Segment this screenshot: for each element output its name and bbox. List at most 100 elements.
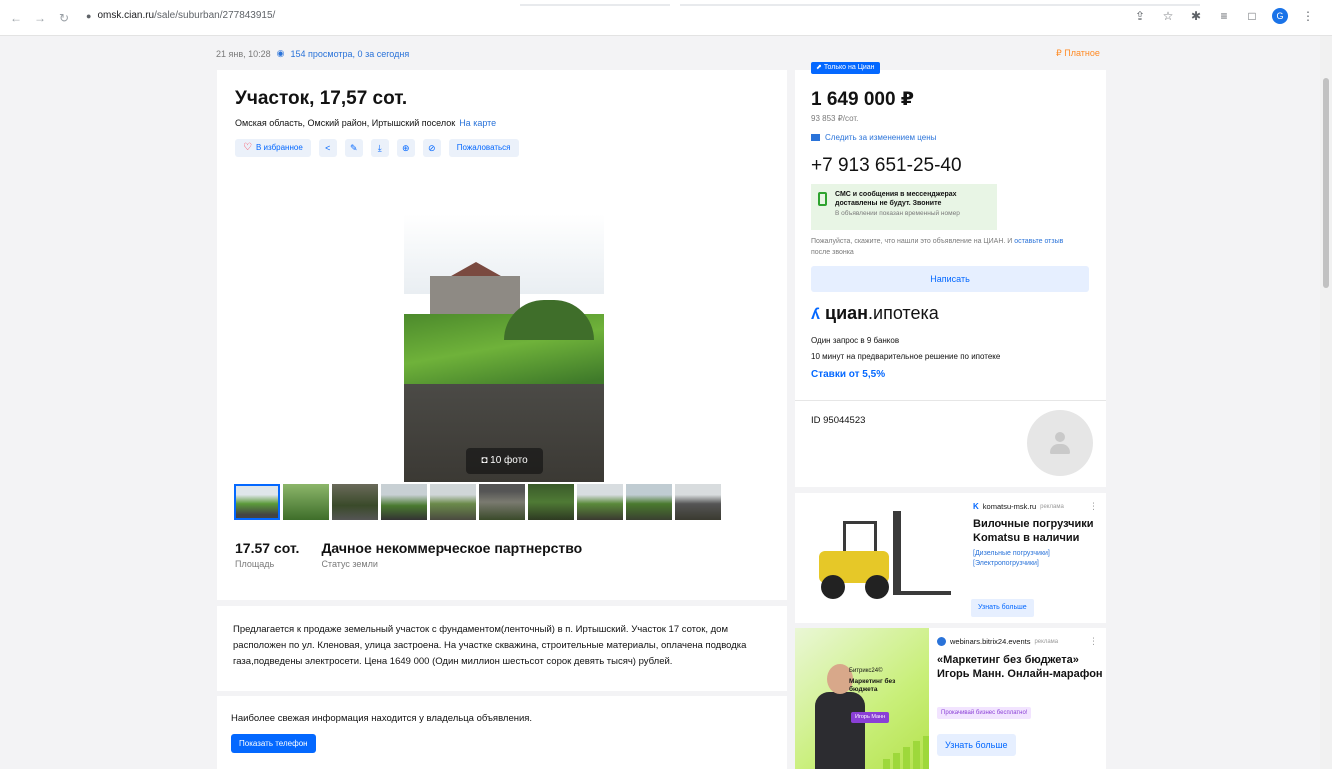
ad-title[interactable]: Вилочные погрузчики Komatsu в наличии xyxy=(973,517,1103,545)
ad-image-title: Маркетинг без бюджета xyxy=(849,678,896,693)
ad-bar xyxy=(893,753,900,769)
thumbnail[interactable] xyxy=(675,484,721,520)
back-icon[interactable]: ← xyxy=(8,10,24,26)
tab-strip xyxy=(520,4,670,6)
thumbnail[interactable] xyxy=(479,484,525,520)
thumbnail[interactable] xyxy=(381,484,427,520)
price-card: 1 649 000 ₽ 93 853 ₽/сот. Следить за изм… xyxy=(795,70,1106,400)
fk-wheel xyxy=(865,575,889,599)
thumbnail[interactable] xyxy=(528,484,574,520)
show-phone-button[interactable]: Показать телефон xyxy=(231,734,316,753)
ad-link[interactable]: [Электропогрузчики] xyxy=(973,559,1050,569)
fresh-info-card: Наиболее свежая информация находится у в… xyxy=(217,696,787,769)
tab-strip-2 xyxy=(680,4,1200,6)
extensions-icon[interactable]: ✱ xyxy=(1188,8,1204,24)
side-panel-icon[interactable]: □ xyxy=(1244,8,1260,24)
favorite-button[interactable]: ♡ В избранное xyxy=(235,139,311,157)
phone-number[interactable]: +7 913 651-25-40 xyxy=(811,155,962,177)
ad-image: Битрикс24© Маркетинг без бюджета Игорь М… xyxy=(795,628,929,769)
listing-params: 17.57 сот. Площадь Дачное некоммерческое… xyxy=(235,540,582,569)
komatsu-icon: K xyxy=(973,502,979,511)
reading-list-icon[interactable]: ≡ xyxy=(1216,8,1232,24)
listing-id: ID 95044523 xyxy=(811,415,866,426)
write-button[interactable]: Написать xyxy=(811,266,1089,292)
scroll-thumb[interactable] xyxy=(1323,78,1329,288)
follow-price-link[interactable]: Следить за изменением цены xyxy=(811,133,936,142)
thumbnail[interactable] xyxy=(626,484,672,520)
ad-bar xyxy=(883,759,890,769)
mail-icon xyxy=(811,134,820,141)
ad-links: [Дизельные погрузчики] [Электропогрузчик… xyxy=(973,549,1050,569)
share-icon[interactable]: ⇪ xyxy=(1132,8,1148,24)
logo-brand: циан xyxy=(825,303,869,323)
scrollbar[interactable] xyxy=(1320,36,1332,769)
bitrix-icon xyxy=(937,637,946,646)
thumbnail[interactable] xyxy=(283,484,329,520)
share-icon[interactable]: < xyxy=(318,139,337,157)
hide-icon[interactable]: ⊘ xyxy=(422,139,441,157)
listing-card: Участок, 17,57 сот. Омская область, Омск… xyxy=(217,70,787,600)
review-link[interactable]: оставьте отзыв xyxy=(1014,238,1063,245)
ad-title[interactable]: «Маркетинг без бюджета» Игорь Манн. Онла… xyxy=(937,653,1103,681)
ad-source: webinars.bitrix24.events реклама xyxy=(937,637,1058,646)
logo-text: циан.ипотека xyxy=(825,303,939,324)
photo-count-button[interactable]: ◘ 10 фото xyxy=(466,448,543,474)
address: Омская область, Омский район, Иртышский … xyxy=(235,118,496,128)
complain-button[interactable]: Пожаловаться xyxy=(448,139,519,157)
url-host: omsk.cian.ru xyxy=(97,10,155,21)
address-bar[interactable]: ● omsk.cian.ru/sale/suburban/277843915/ xyxy=(86,10,275,21)
description-text: Предлагается к продаже земельный участок… xyxy=(233,624,747,667)
photo-house xyxy=(430,276,520,316)
param-status: Дачное некоммерческое партнерство Статус… xyxy=(321,540,582,569)
phone-icon xyxy=(818,192,827,206)
ad-bitrix[interactable]: Битрикс24© Маркетинг без бюджета Игорь М… xyxy=(795,628,1106,769)
review-note: Пожалуйста, скажите, что нашли это объяв… xyxy=(811,236,1081,258)
ad-more-button[interactable]: Узнать больше xyxy=(971,599,1034,617)
views-count[interactable]: 154 просмотра, 0 за сегодня xyxy=(291,49,410,59)
profile-avatar[interactable]: G xyxy=(1272,8,1288,24)
only-cian-label: Только на Циан xyxy=(823,64,875,71)
more-menu-icon[interactable]: ⋮ xyxy=(1300,8,1316,24)
url-path: /sale/suburban/277843915/ xyxy=(154,10,276,21)
ad-more-button[interactable]: Узнать больше xyxy=(937,734,1016,756)
thumbnail[interactable] xyxy=(332,484,378,520)
ad-menu-icon[interactable]: ⋮ xyxy=(1089,636,1098,647)
sms-title: СМС и сообщения в мессенджерах доставлен… xyxy=(835,191,957,207)
ad-menu-icon[interactable]: ⋮ xyxy=(1089,501,1098,512)
main-photo[interactable] xyxy=(404,214,604,482)
bookmark-star-icon[interactable]: ☆ xyxy=(1160,8,1176,24)
cian-mortgage-logo[interactable]: ʎ циан.ипотека xyxy=(811,303,939,324)
avatar[interactable] xyxy=(1027,410,1093,476)
agent-card: ID 95044523 xyxy=(795,400,1106,487)
ad-source-host: komatsu-msk.ru xyxy=(982,502,1037,511)
ad-tag: реклама xyxy=(1034,638,1059,645)
listing-meta: 21 янв, 10:28 ◉ 154 просмотра, 0 за сего… xyxy=(216,48,409,59)
photo-count-label: 10 фото xyxy=(490,455,528,466)
description-card: Предлагается к продаже земельный участок… xyxy=(217,606,787,691)
follow-price-label: Следить за изменением цены xyxy=(825,133,937,142)
edit-icon[interactable]: ✎ xyxy=(344,139,363,157)
eye-icon: ◉ xyxy=(276,48,285,58)
download-icon[interactable]: ⤓ xyxy=(370,139,389,157)
paid-label: ₽ Платное xyxy=(1056,48,1100,58)
compare-icon[interactable]: ⊕ xyxy=(396,139,415,157)
ad-image-badge: Игорь Манн xyxy=(851,712,890,723)
ad-tag: реклама xyxy=(1040,503,1064,510)
fk-mast xyxy=(893,511,901,595)
lock-icon: ● xyxy=(86,10,92,21)
ad-link[interactable]: [Дизельные погрузчики] xyxy=(973,549,1050,559)
thumbnail[interactable] xyxy=(234,484,280,520)
forklift-image xyxy=(815,507,955,607)
thumbnail[interactable] xyxy=(577,484,623,520)
ad-komatsu[interactable]: K komatsu-msk.ru реклама ⋮ Вилочные погр… xyxy=(795,493,1106,623)
fk-cabin xyxy=(843,521,877,555)
thumbnail[interactable] xyxy=(430,484,476,520)
price: 1 649 000 ₽ xyxy=(811,89,915,110)
reload-icon[interactable]: ↻ xyxy=(56,10,72,26)
mortgage-rates-link[interactable]: Ставки от 5,5% xyxy=(811,369,885,380)
browser-toolbar: ← → ↻ ● omsk.cian.ru/sale/suburban/27784… xyxy=(0,0,1332,36)
forward-icon[interactable]: → xyxy=(32,10,48,26)
photo-thumbnails xyxy=(234,484,721,520)
map-link[interactable]: На карте xyxy=(459,118,496,128)
logo-word: .ипотека xyxy=(868,303,939,323)
